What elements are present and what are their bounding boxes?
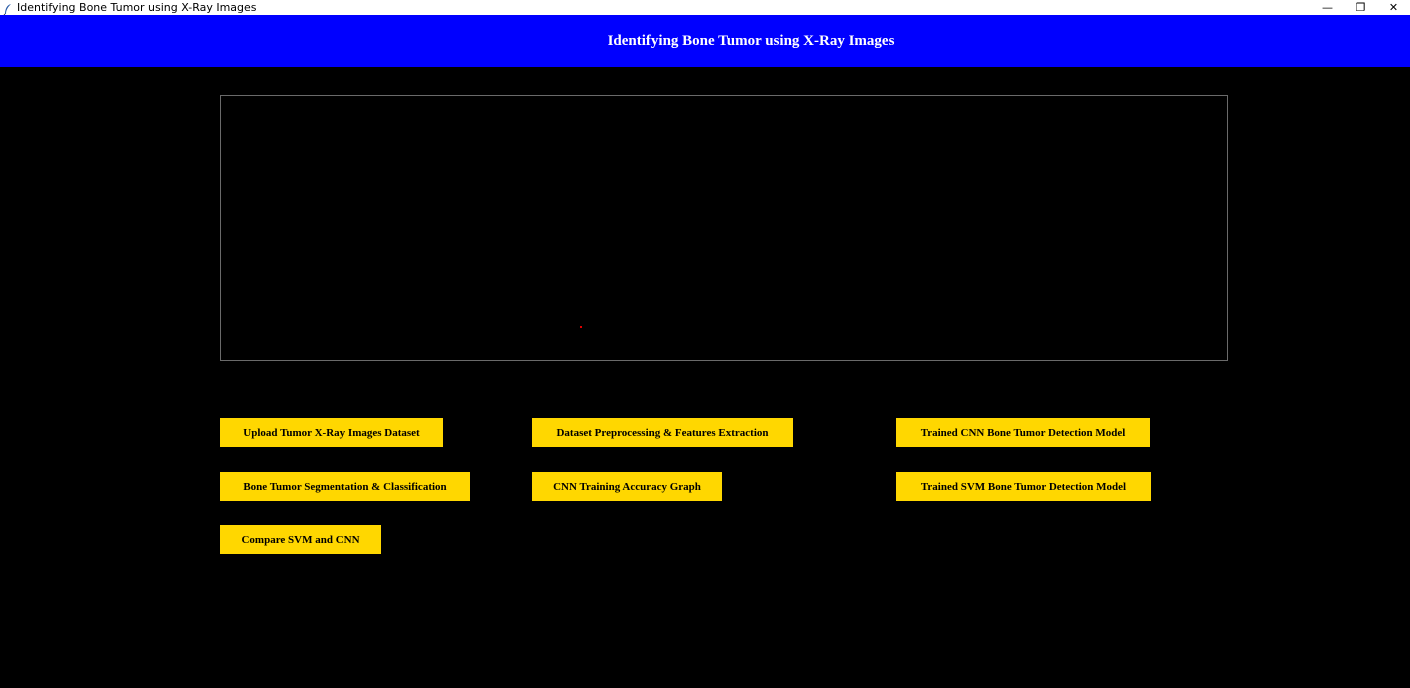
- cnn-accuracy-graph-button[interactable]: CNN Training Accuracy Graph: [532, 472, 722, 501]
- app-header: Identifying Bone Tumor using X-Ray Image…: [0, 15, 1410, 67]
- window-title: Identifying Bone Tumor using X-Ray Image…: [17, 1, 257, 14]
- close-icon[interactable]: ✕: [1377, 0, 1410, 15]
- compare-svm-cnn-button[interactable]: Compare SVM and CNN: [220, 525, 381, 554]
- trained-svm-model-button[interactable]: Trained SVM Bone Tumor Detection Model: [896, 472, 1151, 501]
- app-window: Identifying Bone Tumor using X-Ray Image…: [0, 0, 1410, 688]
- title-bar: Identifying Bone Tumor using X-Ray Image…: [0, 0, 1410, 15]
- text-cursor: [580, 326, 582, 328]
- minimize-icon[interactable]: —: [1311, 0, 1344, 15]
- upload-dataset-button[interactable]: Upload Tumor X-Ray Images Dataset: [220, 418, 443, 447]
- feather-icon: [3, 2, 13, 15]
- trained-cnn-model-button[interactable]: Trained CNN Bone Tumor Detection Model: [896, 418, 1150, 447]
- preprocessing-button[interactable]: Dataset Preprocessing & Features Extract…: [532, 418, 793, 447]
- page-title: Identifying Bone Tumor using X-Ray Image…: [607, 32, 895, 49]
- segmentation-classification-button[interactable]: Bone Tumor Segmentation & Classification: [220, 472, 470, 501]
- restore-icon[interactable]: ❐: [1344, 0, 1377, 15]
- output-text-area[interactable]: [220, 95, 1228, 361]
- window-controls: — ❐ ✕: [1311, 0, 1410, 15]
